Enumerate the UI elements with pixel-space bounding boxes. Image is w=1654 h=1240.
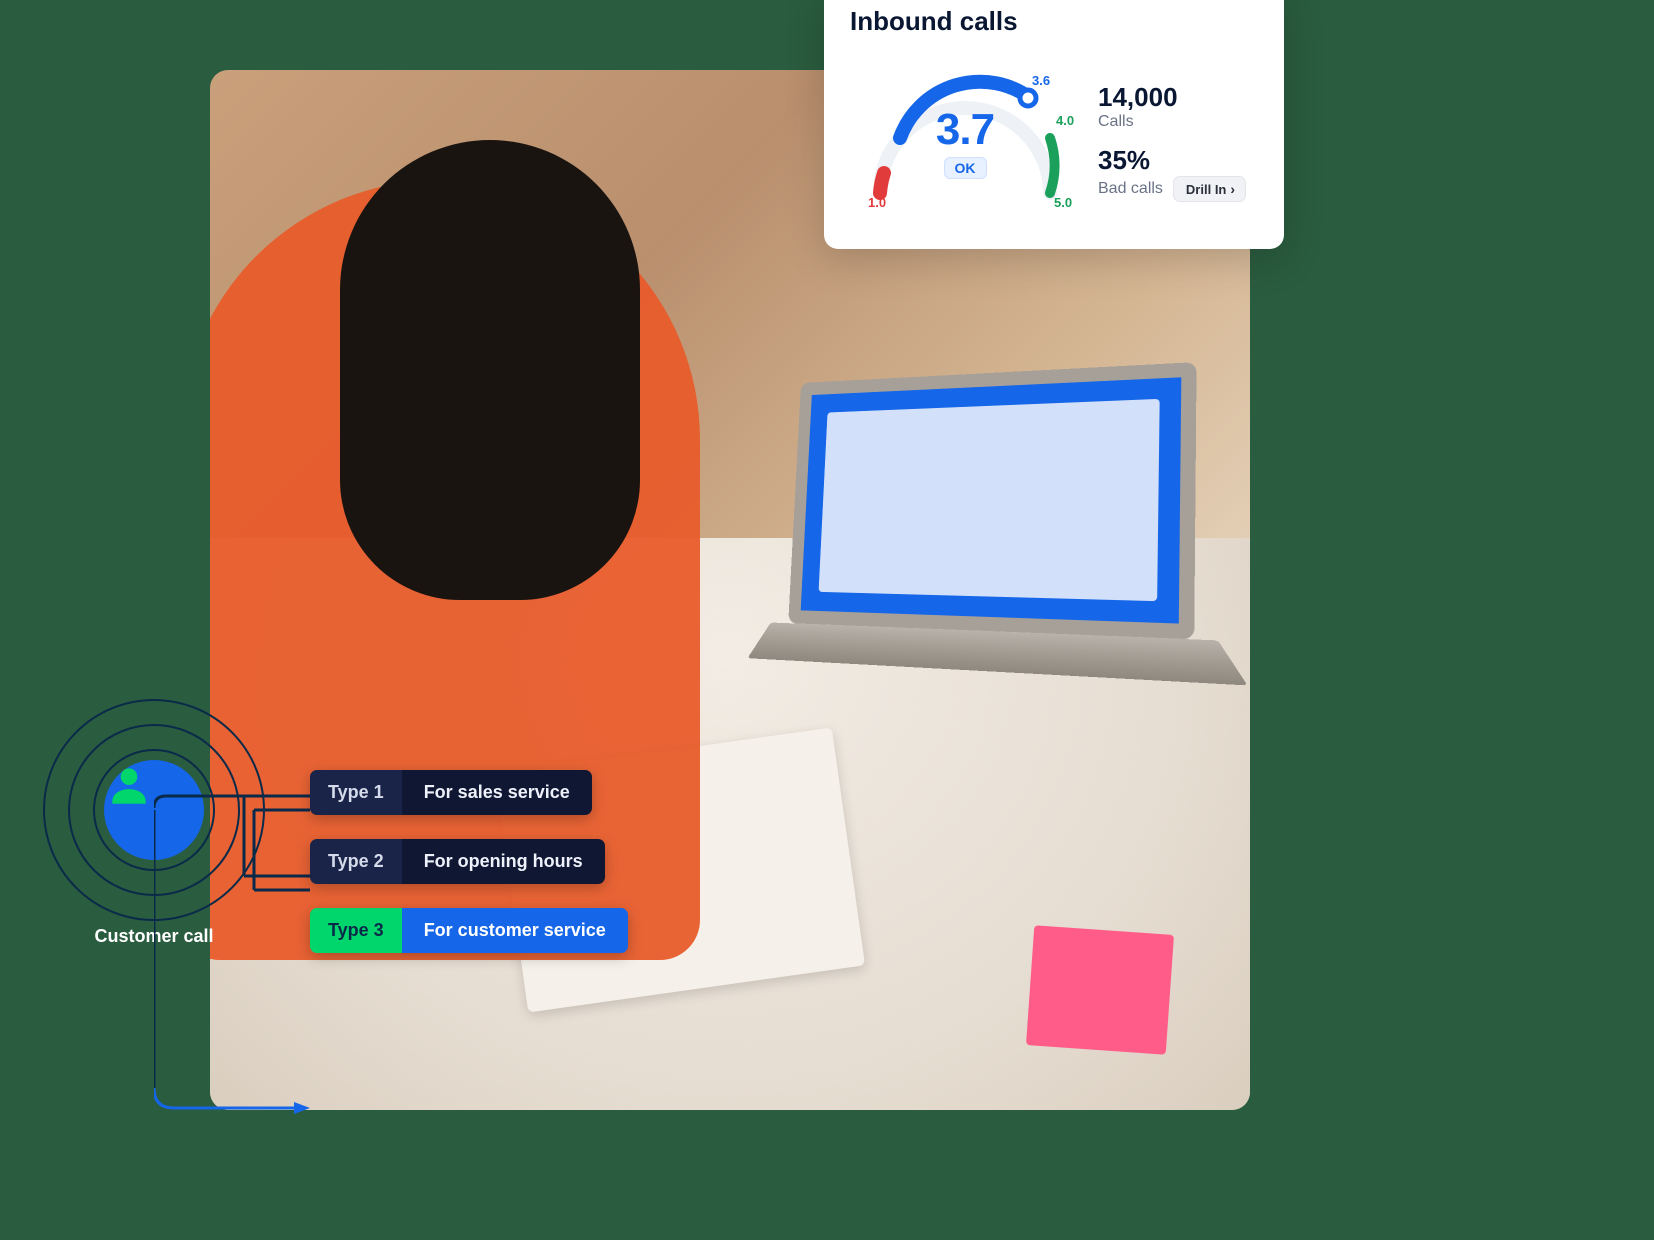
gauge-tick-green: 4.0 bbox=[1056, 113, 1074, 128]
photo-sticky-note bbox=[1026, 925, 1174, 1054]
call-type-2[interactable]: Type 2 For opening hours bbox=[310, 839, 605, 884]
person-icon bbox=[104, 760, 204, 860]
calls-value: 14,000 bbox=[1098, 82, 1258, 113]
customer-call-label: Customer call bbox=[34, 926, 274, 947]
call-type-key: Type 3 bbox=[310, 908, 402, 953]
photo-laptop bbox=[786, 362, 1196, 684]
gauge-tick-max: 5.0 bbox=[1054, 195, 1072, 210]
call-type-value: For sales service bbox=[402, 770, 592, 815]
calls-label: Calls bbox=[1098, 113, 1258, 131]
photo-hair bbox=[340, 140, 640, 600]
customer-call-icon: Customer call bbox=[34, 690, 274, 930]
stats: 14,000 Calls 35% Bad calls Drill In › bbox=[1098, 64, 1258, 202]
call-type-3[interactable]: Type 3 For customer service bbox=[310, 908, 628, 953]
call-type-value: For customer service bbox=[402, 908, 628, 953]
call-type-value: For opening hours bbox=[402, 839, 605, 884]
call-type-key: Type 1 bbox=[310, 770, 402, 815]
call-type-key: Type 2 bbox=[310, 839, 402, 884]
drill-in-button[interactable]: Drill In › bbox=[1173, 176, 1246, 202]
card-title: Inbound calls bbox=[850, 6, 1258, 37]
bad-calls-value: 35% bbox=[1098, 145, 1258, 176]
gauge-tick-needle: 3.6 bbox=[1032, 73, 1050, 88]
gauge-badge: OK bbox=[944, 157, 987, 179]
drill-in-label: Drill In bbox=[1186, 182, 1226, 197]
call-type-1[interactable]: Type 1 For sales service bbox=[310, 770, 592, 815]
bad-calls-label: Bad calls bbox=[1098, 180, 1163, 198]
chevron-right-icon: › bbox=[1230, 181, 1235, 197]
inbound-calls-card: Inbound calls 3.7 OK 1.0 3.6 4.0 5 bbox=[824, 0, 1284, 249]
gauge-value: 3.7 bbox=[850, 105, 1080, 155]
gauge: 3.7 OK 1.0 3.6 4.0 5.0 bbox=[850, 43, 1080, 223]
gauge-tick-min: 1.0 bbox=[868, 195, 886, 210]
call-type-list: Type 1 For sales service Type 2 For open… bbox=[310, 770, 628, 953]
